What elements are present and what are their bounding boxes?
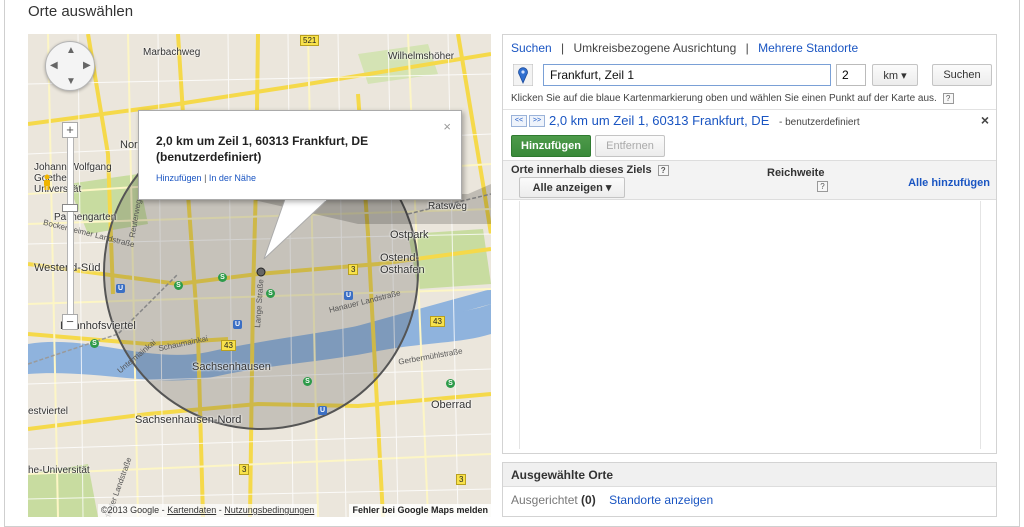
tab-separator: | xyxy=(745,41,749,55)
zoom-slider-handle[interactable] xyxy=(62,204,78,212)
show-all-dropdown[interactable]: Alle anzeigen ▾ xyxy=(519,177,625,198)
s-bahn-icon: S xyxy=(303,377,312,386)
column-header-places: Orte innerhalb dieses Ziels ? xyxy=(511,164,669,176)
infowindow-title-line: 2,0 km um Zeil 1, 60313 Frankfurt, DE xyxy=(156,134,369,148)
zoom-slider-track[interactable] xyxy=(67,130,74,318)
selected-location: 2,0 km um Zeil 1, 60313 Frankfurt, DE - … xyxy=(549,113,860,128)
place-label: Sachsenhausen-Nord xyxy=(135,414,242,426)
u-bahn-icon: U xyxy=(344,291,353,300)
route-shield: 3 xyxy=(348,264,359,275)
unit-dropdown[interactable]: km ▾ xyxy=(872,64,918,86)
location-input[interactable] xyxy=(543,64,831,86)
location-search-panel: Suchen | Umkreisbezogene Ausrichtung | M… xyxy=(502,34,997,454)
hint-text: Klicken Sie auf die blaue Kartenmarkieru… xyxy=(511,93,937,105)
map-pin-icon[interactable] xyxy=(513,64,533,86)
tab-radius-targeting[interactable]: Umkreisbezogene Ausrichtung xyxy=(574,41,737,55)
place-label: Ostend-Osthafen xyxy=(380,252,425,276)
map-data-link[interactable]: Kartendaten xyxy=(167,505,216,515)
place-label: Wilhelmshöher xyxy=(388,51,455,62)
selected-location-name[interactable]: 2,0 km um Zeil 1, 60313 Frankfurt, DE xyxy=(549,113,769,128)
s-bahn-icon: S xyxy=(90,339,99,348)
map-copyright: ©2013 Google - xyxy=(101,505,168,515)
prev-result-button[interactable]: << xyxy=(511,115,527,127)
tab-search[interactable]: Suchen xyxy=(511,41,552,55)
map-attribution: ©2013 Google - Kartendaten - Nutzungsbed… xyxy=(98,504,318,517)
u-bahn-icon: U xyxy=(233,320,242,329)
hint-row: Klicken Sie auf die blaue Kartenmarkieru… xyxy=(511,93,954,104)
targeted-label: Ausgerichtet xyxy=(511,493,578,507)
selected-locations-title: Ausgewählte Orte xyxy=(503,463,996,487)
targeted-count: (0) xyxy=(581,493,596,507)
results-list xyxy=(519,201,981,449)
zoom-out-button[interactable]: − xyxy=(62,314,78,330)
column-header-reach: Reichweite xyxy=(767,167,825,179)
pan-left-icon[interactable]: ◀ xyxy=(50,61,58,71)
next-result-button[interactable]: >> xyxy=(529,115,545,127)
map-infowindow: × 2,0 km um Zeil 1, 60313 Frankfurt, DE … xyxy=(138,110,462,200)
infowindow-links: Hinzufügen | In der Nähe xyxy=(156,173,256,183)
pan-down-icon[interactable]: ▼ xyxy=(66,77,76,87)
route-shield: 3 xyxy=(239,464,250,475)
map-pan-control[interactable]: ▲ ▼ ◀ ▶ xyxy=(45,41,95,91)
results-table-header: Orte innerhalb dieses Ziels ? Reichweite… xyxy=(503,160,996,200)
infowindow-title: 2,0 km um Zeil 1, 60313 Frankfurt, DE (b… xyxy=(156,133,368,165)
page-title: Orte auswählen xyxy=(28,3,134,20)
tab-separator: | xyxy=(561,41,565,55)
place-label: Marbachweg xyxy=(143,47,201,58)
add-all-link[interactable]: Alle hinzufügen xyxy=(908,177,990,189)
selected-locations-box: Ausgewählte Orte Ausgerichtet (0) Stando… xyxy=(502,462,997,517)
link-separator: | xyxy=(204,173,207,183)
u-bahn-icon: U xyxy=(318,406,327,415)
help-icon[interactable]: ? xyxy=(817,181,828,192)
route-shield: 43 xyxy=(430,316,445,327)
place-label: he-Universität xyxy=(28,465,90,476)
map[interactable]: Marbachweg Wilhelmshöher Nord Johann Wol… xyxy=(28,34,491,517)
infowindow-nearby-link[interactable]: In der Nähe xyxy=(209,173,256,183)
infowindow-close-icon[interactable]: × xyxy=(443,119,451,134)
show-locations-link[interactable]: Standorte anzeigen xyxy=(609,493,713,507)
s-bahn-icon: S xyxy=(446,379,455,388)
infowindow-title-line: (benutzerdefiniert) xyxy=(156,150,262,164)
terms-link[interactable]: Nutzungsbedingungen xyxy=(224,505,314,515)
remove-button[interactable]: Entfernen xyxy=(595,135,665,157)
tab-multiple-locations[interactable]: Mehrere Standorte xyxy=(758,41,858,55)
report-map-error-link[interactable]: Fehler bei Google Maps melden xyxy=(349,504,491,517)
help-icon[interactable]: ? xyxy=(942,93,954,104)
pegman-icon[interactable] xyxy=(41,174,53,190)
route-shield: 3 xyxy=(456,474,467,485)
add-button[interactable]: Hinzufügen xyxy=(511,135,591,157)
place-label: estviertel xyxy=(28,406,69,417)
close-icon[interactable]: × xyxy=(981,112,989,128)
divider xyxy=(503,109,996,110)
s-bahn-icon: S xyxy=(218,273,227,282)
place-label: Ratsweg xyxy=(428,201,467,212)
radius-input[interactable] xyxy=(836,64,866,86)
zoom-in-button[interactable]: + xyxy=(62,122,78,138)
pan-up-icon[interactable]: ▲ xyxy=(66,46,76,56)
infowindow-add-link[interactable]: Hinzufügen xyxy=(156,173,202,183)
place-label: Ostpark xyxy=(390,229,429,241)
selected-locations-body: Ausgerichtet (0) Standorte anzeigen xyxy=(503,487,996,513)
help-icon[interactable]: ? xyxy=(657,164,669,176)
s-bahn-icon: S xyxy=(174,281,183,290)
route-shield: 521 xyxy=(300,35,320,46)
place-label: Oberrad xyxy=(431,399,472,411)
place-label: Sachsenhausen xyxy=(192,361,271,373)
search-button[interactable]: Suchen xyxy=(932,64,992,86)
u-bahn-icon: U xyxy=(116,284,125,293)
selected-location-tag: - benutzerdefiniert xyxy=(779,117,860,128)
s-bahn-icon: S xyxy=(266,289,275,298)
route-shield: 43 xyxy=(221,340,236,351)
search-mode-tabs: Suchen | Umkreisbezogene Ausrichtung | M… xyxy=(511,41,858,55)
pan-right-icon[interactable]: ▶ xyxy=(83,61,91,71)
column-header-places-label: Orte innerhalb dieses Ziels xyxy=(511,164,652,176)
